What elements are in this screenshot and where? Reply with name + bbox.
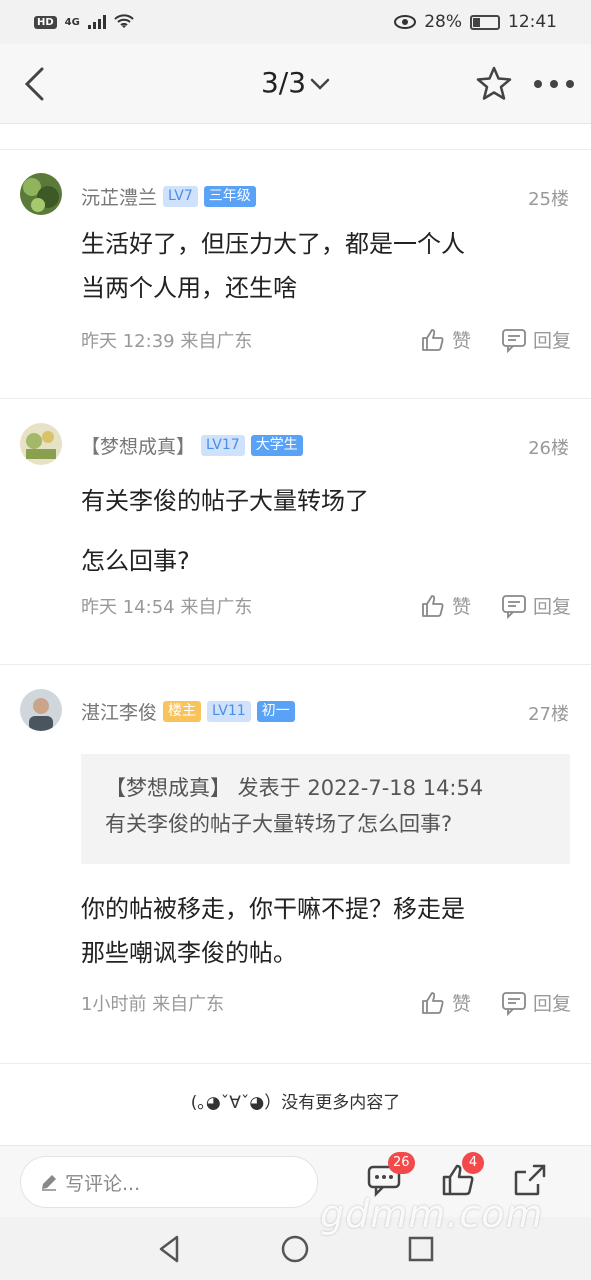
pencil-icon [42,1175,56,1191]
top-spacer [0,125,591,150]
quote-text: 有关李俊的帖子大量转场了怎么回事? [105,812,453,836]
floor-number: 27楼 [528,704,569,725]
host-tag: 楼主 [163,701,202,722]
grade-tag: 大学生 [250,435,303,456]
grade-tag: 三年级 [203,186,256,207]
signal-icon [87,15,106,29]
username[interactable]: 沅芷澧兰 [81,183,157,210]
comment-icon [502,594,526,619]
content-line: 有关李俊的帖子大量转场了 [81,487,369,515]
level-tag: LV11 [207,701,251,722]
like-label: 赞 [451,993,471,1015]
reply-label: 回复 [532,330,571,352]
post-time: 昨天 14:54 来自广东 [81,596,253,618]
like-count-badge: 4 [462,1152,484,1174]
content-line: 当两个人用，还生啥 [81,274,297,302]
content-line: 那些嘲讽李俊的帖。 [81,939,297,967]
thumbs-up-icon [422,328,444,351]
avatar[interactable] [20,173,62,215]
divider [0,1063,591,1064]
post-content: 你的帖被移走，你干嘛不提？移走是 那些嘲讽李俊的帖。 [81,887,551,975]
content-line: 你的帖被移走，你干嘛不提？移走是 [81,895,465,923]
star-icon[interactable] [474,64,514,104]
like-button[interactable]: 赞 [420,592,471,619]
user-row: 沅芷澧兰 LV7 三年级 [81,183,256,210]
floor-number: 26楼 [528,438,569,459]
meta-row: 1小时前 来自广东 赞 回复 [81,989,571,1016]
eye-comfort-icon [394,15,417,29]
username[interactable]: 【梦想成真】 [81,432,195,459]
reply-label: 回复 [532,993,571,1015]
reply-button[interactable]: 回复 [501,592,571,619]
avatar[interactable] [20,423,62,465]
hd-indicator: HD [34,15,57,29]
reply-button[interactable]: 回复 [501,989,571,1016]
like-label: 赞 [451,330,471,352]
post-floor-27: 湛江李俊 楼主 LV11 初一 27楼 【梦想成真】 发表于 2022-7-18… [0,665,591,1063]
battery-icon [470,14,500,30]
user-row: 湛江李俊 楼主 LV11 初一 [81,698,295,725]
like-label: 赞 [451,596,471,618]
comment-icon [502,991,526,1016]
wifi-icon [114,14,134,28]
like-button[interactable]: 赞 [420,989,471,1016]
comment-count-badge: 26 [388,1152,415,1174]
nav-home-icon[interactable] [279,1233,311,1265]
post-floor-25: 沅芷澧兰 LV7 三年级 25楼 生活好了，但压力大了，都是一个人 当两个人用，… [0,150,591,398]
quoted-post[interactable]: 【梦想成真】 发表于 2022-7-18 14:54 有关李俊的帖子大量转场了怎… [81,754,570,864]
comment-placeholder: 写评论... [65,1172,141,1195]
no-more-content: (｡◕ˇ∀ˇ◕）没有更多内容了 [190,1093,401,1113]
floor-number: 25楼 [528,189,569,210]
thumbs-up-icon [422,991,444,1014]
battery-percent: 28% [424,12,462,32]
status-right: 28% 12:41 [394,12,557,32]
post-content: 生活好了，但压力大了，都是一个人 当两个人用，还生啥 [81,222,551,310]
post-time: 昨天 12:39 来自广东 [81,330,253,352]
like-button[interactable]: 赞 [420,326,471,353]
watermark: gdmm.com [320,1192,544,1236]
level-tag: LV7 [163,186,198,207]
reply-button[interactable]: 回复 [501,326,571,353]
comment-input[interactable]: 写评论... [20,1156,318,1208]
post-time: 1小时前 来自广东 [81,993,225,1015]
content-line: 生活好了，但压力大了，都是一个人 [81,230,465,258]
content-line: 怎么回事? [81,547,190,575]
chevron-down-icon [310,78,330,90]
status-left: HD 4G [34,14,134,30]
network-type: 4G [64,16,80,28]
page-indicator: 3/3 [260,66,307,99]
avatar[interactable] [20,689,62,731]
nav-recents-icon[interactable] [405,1233,437,1265]
grade-tag: 初一 [256,701,295,722]
post-content: 有关李俊的帖子大量转场了 怎么回事? [81,471,551,591]
quote-header: 【梦想成真】 发表于 2022-7-18 14:54 [105,776,484,800]
user-row: 【梦想成真】 LV17 大学生 [81,432,303,459]
reply-label: 回复 [532,596,571,618]
status-bar: HD 4G 28% 12:41 [0,0,591,44]
meta-row: 昨天 14:54 来自广东 赞 回复 [81,592,571,619]
post-floor-26: 【梦想成真】 LV17 大学生 26楼 有关李俊的帖子大量转场了 怎么回事? 昨… [0,399,591,664]
nav-back-icon[interactable] [153,1233,185,1265]
meta-row: 昨天 12:39 来自广东 赞 回复 [81,326,571,353]
thumbs-up-icon [422,594,444,617]
clock: 12:41 [508,12,557,32]
nav-bar: 3/3 [0,44,591,124]
comment-icon [502,328,526,353]
username[interactable]: 湛江李俊 [81,698,157,725]
level-tag: LV17 [201,435,245,456]
more-icon[interactable] [530,64,578,104]
